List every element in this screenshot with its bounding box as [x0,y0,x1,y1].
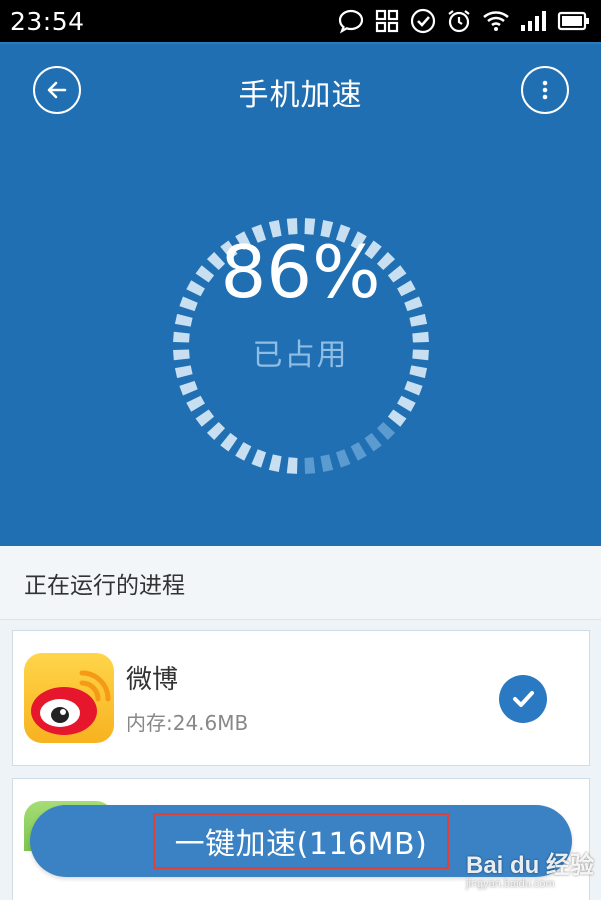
gauge-segment [350,442,367,461]
gauge-segment [304,457,316,474]
gauge-value: 86% [220,230,381,314]
app-memory: 内存:24.6MB [126,711,249,735]
boost-label: 一键加速(116MB) [152,813,450,869]
page-title: 手机加速 [238,78,363,113]
gauge-segment [206,421,226,441]
watermark-logo: Bai du 经验 [466,852,595,879]
gauge-segment [286,457,298,474]
weibo-icon [24,653,114,743]
gauge-segment [235,442,252,461]
baidu-watermark: Bai du 经验 jingyan.baidu.com [466,845,596,895]
gauge-segment [376,421,396,441]
process-item[interactable]: 微博 内存:24.6MB [12,630,590,766]
chat-bubble-icon [338,9,364,34]
gauge-segment [195,409,215,427]
gauge-segment [409,313,428,327]
alarm-icon [448,10,470,33]
top-bar: 手机加速 [0,44,601,136]
gauge-segment [186,395,205,412]
gauge-segment [364,432,382,452]
gauge-segment [404,380,423,396]
gauge-segment [320,454,334,473]
gauge-label: 已占用 [252,338,349,373]
status-icons [337,7,591,35]
more-vertical-icon [542,80,548,100]
more-button[interactable] [521,66,569,114]
gauge-segment [174,313,193,327]
status-bar: 23:54 [0,0,601,42]
gauge-segment [179,380,198,396]
checkmark-icon[interactable] [499,675,547,723]
check-circle-icon [410,8,436,34]
app-name: 微博 [126,665,179,695]
gauge-segment [251,449,267,468]
battery-icon [557,11,589,31]
gauge-segment [397,395,416,412]
apps-grid-icon [375,9,399,33]
gauge-segment [220,432,238,452]
gauge-segment [268,454,282,473]
gauge-segment [335,449,351,468]
wifi-icon [483,11,509,31]
signal-icon [521,11,546,31]
status-time: 23:54 [10,6,85,36]
gauge-segment [387,409,407,427]
section-title: 正在运行的进程 [0,546,601,620]
